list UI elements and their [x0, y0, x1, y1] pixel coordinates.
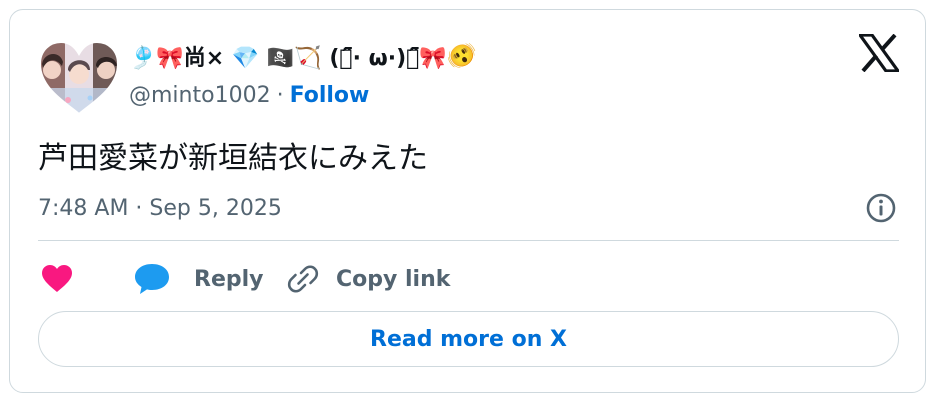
- read-more-button[interactable]: Read more on X: [38, 311, 899, 367]
- divider: [38, 240, 899, 241]
- like-button[interactable]: [40, 259, 74, 299]
- reply-label: Reply: [194, 266, 264, 292]
- tweet-text: 芦田愛菜が新垣結衣にみえた: [38, 141, 428, 176]
- reply-button[interactable]: Reply: [132, 259, 264, 299]
- x-logo-icon[interactable]: [856, 33, 902, 73]
- read-more-label: Read more on X: [370, 326, 567, 352]
- follow-button[interactable]: Follow: [290, 83, 370, 108]
- handle-row: @minto1002 · Follow: [129, 80, 369, 110]
- info-icon[interactable]: [864, 191, 898, 225]
- shaking-face-emoji: 🫨: [446, 42, 477, 70]
- tweet-timestamp[interactable]: 7:48 AM · Sep 5, 2025: [38, 193, 282, 225]
- heart-avatar-icon: [38, 40, 120, 116]
- heart-icon: [42, 265, 72, 292]
- display-name-text: 🎐🎀尚× 💎 🏴‍☠️🏹 (꒡̈᷇· ω·)꒡̈᷇🎀: [129, 46, 447, 71]
- separator-dot: ·: [276, 82, 284, 108]
- tweet-card: 🎐🎀尚× 💎 🏴‍☠️🏹 (꒡̈᷇· ω·)꒡̈᷇🎀 🫨 @minto1002 …: [9, 9, 926, 393]
- speech-bubble-icon: [135, 264, 169, 294]
- avatar[interactable]: [38, 40, 120, 116]
- copy-link-button[interactable]: Copy link: [286, 259, 450, 299]
- link-icon: [287, 265, 319, 293]
- author-handle[interactable]: @minto1002: [129, 83, 271, 108]
- copy-link-label: Copy link: [336, 266, 451, 292]
- author-display-name[interactable]: 🎐🎀尚× 💎 🏴‍☠️🏹 (꒡̈᷇· ω·)꒡̈᷇🎀 🫨: [129, 38, 477, 74]
